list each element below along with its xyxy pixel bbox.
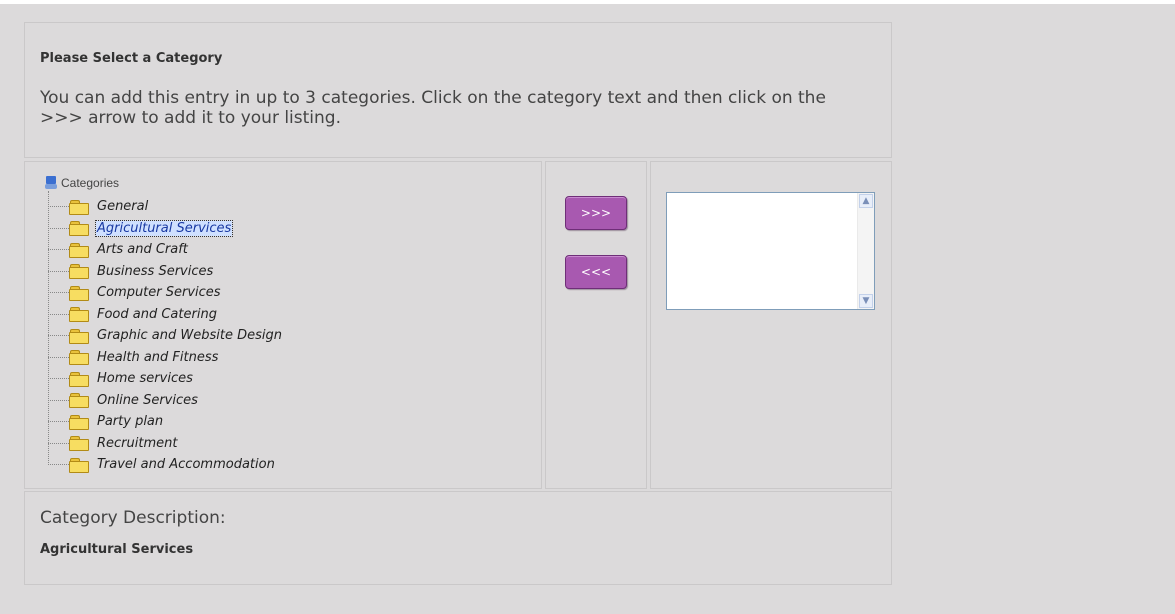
header-panel: Please Select a Category You can add thi… <box>24 22 892 158</box>
tree-item-label[interactable]: General <box>96 199 149 214</box>
selected-categories-panel: ▲ ▼ <box>650 161 892 489</box>
tree-root-label: Categories <box>61 176 120 190</box>
listbox-scrollbar[interactable]: ▲ ▼ <box>857 193 874 309</box>
instructions-text: You can add this entry in up to 3 catego… <box>40 88 826 128</box>
description-label: Category Description: <box>40 508 226 528</box>
tree-item[interactable]: Computer Services <box>48 282 283 304</box>
tree-item[interactable]: General <box>48 196 283 218</box>
folder-icon <box>69 457 89 473</box>
tree-connector <box>48 356 69 358</box>
tree-item-label[interactable]: Graphic and Website Design <box>96 328 283 343</box>
tree-connector <box>48 399 69 401</box>
tree-item[interactable]: Business Services <box>48 261 283 283</box>
tree-item[interactable]: Recruitment <box>48 433 283 455</box>
tree-connector <box>48 335 69 337</box>
tree-item-label[interactable]: Food and Catering <box>96 307 218 322</box>
tree-connector <box>48 227 69 229</box>
tree-item[interactable]: Online Services <box>48 390 283 412</box>
scroll-down-icon[interactable]: ▼ <box>859 294 873 308</box>
folder-icon <box>69 199 89 215</box>
category-tree: General Agricultural Services Arts and Cra… <box>48 196 283 476</box>
folder-icon <box>69 307 89 323</box>
tree-item-label[interactable]: Health and Fitness <box>96 350 219 365</box>
scroll-up-icon[interactable]: ▲ <box>859 194 873 208</box>
tree-item[interactable]: Party plan <box>48 411 283 433</box>
tree-connector <box>48 442 69 444</box>
page-heading: Please Select a Category <box>40 51 223 66</box>
tree-item-label[interactable]: Recruitment <box>96 436 178 451</box>
transfer-buttons-panel: >>> <<< <box>545 161 647 489</box>
folder-icon <box>69 285 89 301</box>
folder-icon <box>69 414 89 430</box>
tree-connector <box>48 378 69 380</box>
tree-item[interactable]: Arts and Craft <box>48 239 283 261</box>
remove-category-button[interactable]: <<< <box>565 255 627 289</box>
tree-item[interactable]: Home services <box>48 368 283 390</box>
tree-item-label[interactable]: Travel and Accommodation <box>96 457 276 472</box>
folder-icon <box>69 436 89 452</box>
top-strip <box>0 0 1175 4</box>
category-description-panel: Category Description: Agricultural Servi… <box>24 491 892 585</box>
selected-categories-listbox[interactable]: ▲ ▼ <box>666 192 875 310</box>
tree-item-label[interactable]: Business Services <box>96 264 214 279</box>
folder-icon <box>69 371 89 387</box>
tree-connector <box>48 270 69 272</box>
tree-connector <box>48 249 69 251</box>
folder-icon <box>69 350 89 366</box>
tree-item[interactable]: Travel and Accommodation <box>48 454 283 476</box>
add-category-button[interactable]: >>> <box>565 196 627 230</box>
tree-item-label[interactable]: Online Services <box>96 393 199 408</box>
tree-item-label[interactable]: Party plan <box>96 414 164 429</box>
tree-item[interactable]: Health and Fitness <box>48 347 283 369</box>
description-value: Agricultural Services <box>40 542 194 557</box>
tree-connector <box>48 464 69 466</box>
folder-icon <box>69 242 89 258</box>
tree-item-label[interactable]: Agricultural Services <box>94 219 234 237</box>
tree-item-label[interactable]: Arts and Craft <box>96 242 189 257</box>
category-tree-panel: Categories General Agricultural Services A… <box>24 161 542 489</box>
computer-icon <box>45 176 57 190</box>
tree-connector <box>48 313 69 315</box>
tree-item[interactable]: Graphic and Website Design <box>48 325 283 347</box>
tree-item[interactable]: Agricultural Services <box>48 218 283 240</box>
tree-item-label[interactable]: Home services <box>96 371 194 386</box>
folder-icon <box>69 264 89 280</box>
tree-connector <box>48 292 69 294</box>
folder-icon <box>69 393 89 409</box>
tree-connector <box>48 206 69 208</box>
folder-icon <box>69 328 89 344</box>
tree-root[interactable]: Categories <box>45 176 119 190</box>
folder-icon <box>69 221 89 237</box>
tree-item[interactable]: Food and Catering <box>48 304 283 326</box>
tree-item-label[interactable]: Computer Services <box>96 285 222 300</box>
tree-connector <box>48 421 69 423</box>
